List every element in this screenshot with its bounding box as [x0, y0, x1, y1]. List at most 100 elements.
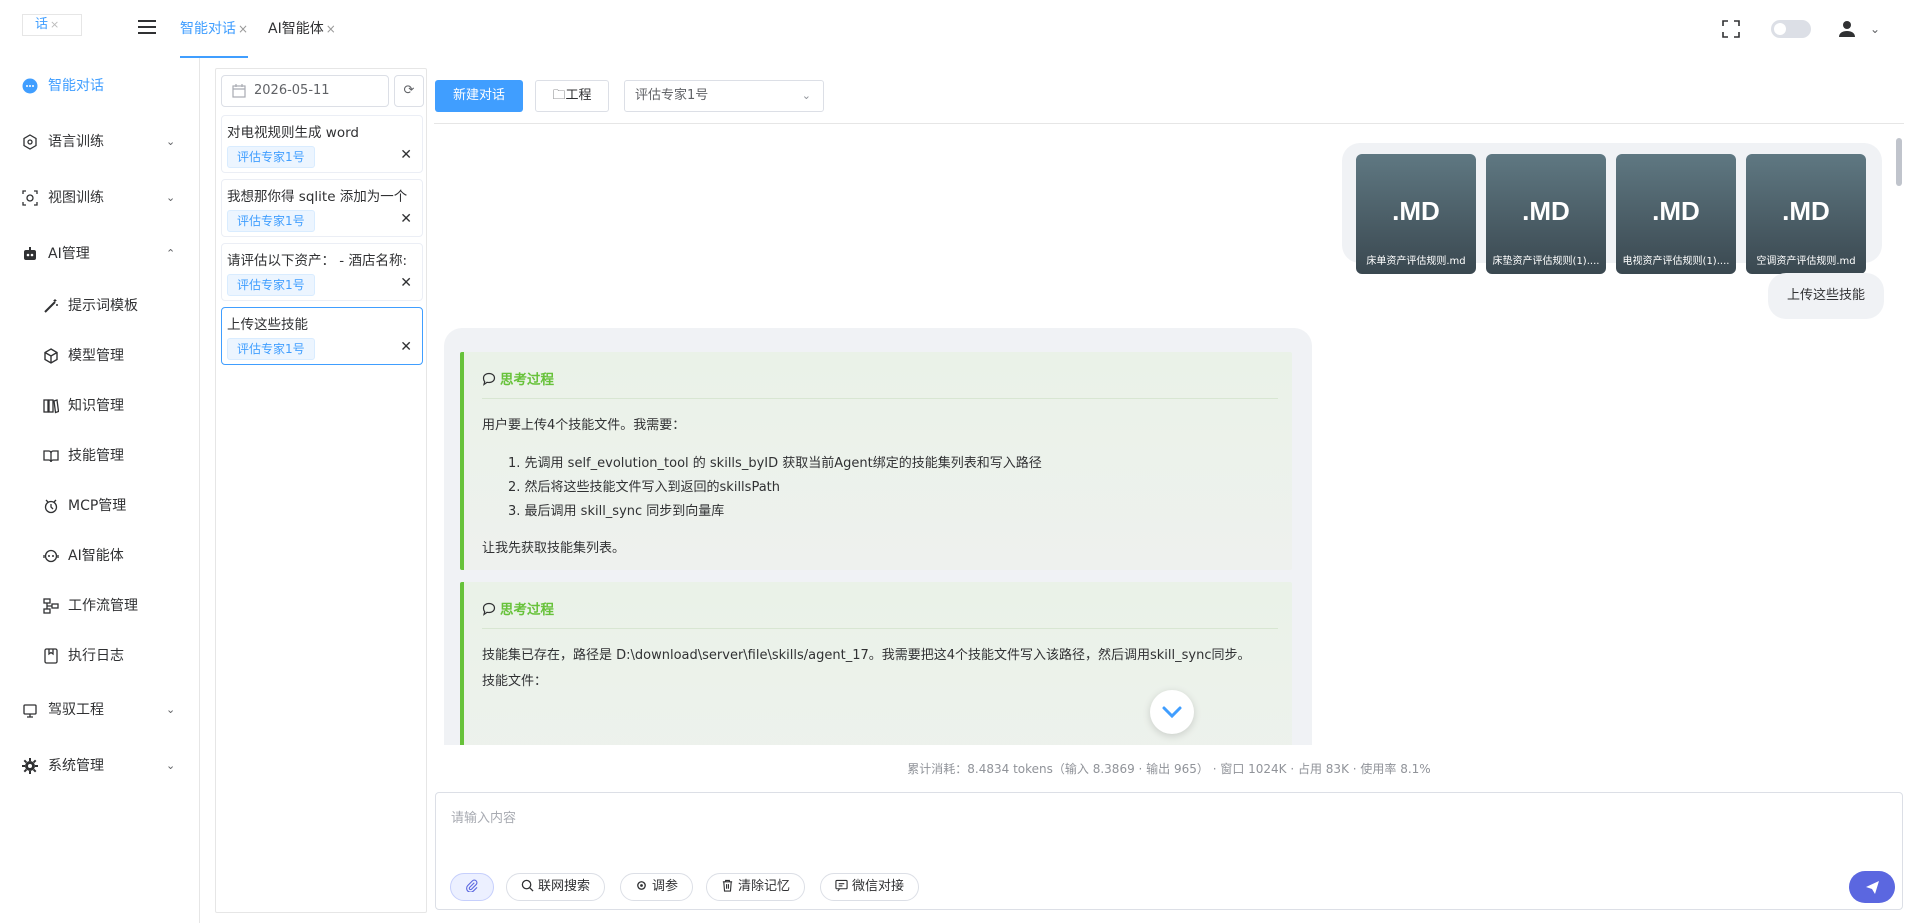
logo: 话 ×: [10, 0, 100, 58]
send-button[interactable]: [1849, 871, 1895, 903]
close-icon[interactable]: ✕: [400, 147, 412, 163]
file-card[interactable]: .MD 床垫资产评估规则(1)....: [1486, 154, 1606, 274]
steering-icon: [23, 704, 37, 718]
scrollbar-thumb[interactable]: [1896, 138, 1902, 186]
divider: [482, 628, 1278, 629]
sidebar-item-mcp-management[interactable]: MCP管理: [0, 486, 200, 526]
tool-label: 联网搜索: [538, 879, 591, 894]
message-input[interactable]: 请输入内容 联网搜索 调参 清除记忆 微信对接: [435, 792, 1903, 910]
sidebar-item-smart-chat[interactable]: 智能对话: [0, 66, 200, 106]
paperclip-icon: [466, 879, 478, 892]
chevron-down-icon: ⌄: [801, 89, 811, 102]
list-item[interactable]: 上传这些技能 评估专家1号 ✕: [221, 307, 423, 365]
list-item[interactable]: 我想那你得 sqlite 添加为一个 评估专家1号 ✕: [221, 179, 423, 237]
agent-tag: 评估专家1号: [227, 274, 315, 296]
thinking-text: 技能集已存在，路径是 D:\download\server\file\skill…: [482, 648, 1251, 663]
file-card[interactable]: .MD 电视资产评估规则(1)....: [1616, 154, 1736, 274]
input-placeholder: 请输入内容: [451, 811, 517, 826]
fullscreen-icon[interactable]: [1722, 20, 1740, 38]
date-value: 2026-05-11: [254, 83, 330, 98]
sidebar-item-label: MCP管理: [68, 498, 127, 514]
agent-tag: 评估专家1号: [227, 146, 315, 168]
sidebar-item-harness-engineering[interactable]: 驾驭工程 ⌄: [0, 690, 200, 730]
close-icon[interactable]: ×: [238, 22, 248, 36]
top-bar: 话 × 智能对话 × AI智能体 × ⌄: [0, 0, 1920, 58]
close-icon[interactable]: ✕: [400, 211, 412, 227]
tab-ai-agent[interactable]: AI智能体 ×: [268, 0, 336, 58]
file-name: 空调资产评估规则.md: [1756, 256, 1856, 267]
folder-icon: 🗀: [552, 88, 566, 103]
sidebar-item-label: 驾驭工程: [48, 702, 104, 718]
chat-bubble-icon: [22, 78, 38, 94]
sidebar-item-language-training[interactable]: 语言训练 ⌄: [0, 122, 200, 162]
thinking-text: 技能文件：: [482, 674, 548, 689]
agent-select[interactable]: 评估专家1号 ⌄: [624, 80, 824, 112]
message-icon: [835, 879, 848, 892]
comment-icon: [482, 602, 496, 616]
send-icon: [1866, 881, 1879, 894]
robot-icon: [24, 247, 36, 260]
date-picker[interactable]: 2026-05-11: [221, 75, 389, 107]
chevron-down-icon: ⌄: [166, 191, 176, 204]
tab-smart-chat[interactable]: 智能对话 ×: [180, 0, 249, 58]
agent-tag: 评估专家1号: [227, 210, 315, 232]
logo-tab[interactable]: 话 ×: [22, 14, 82, 36]
close-icon[interactable]: ✕: [400, 339, 412, 355]
new-chat-button[interactable]: 新建对话: [435, 80, 523, 112]
tune-params-button[interactable]: 调参: [620, 873, 694, 901]
chat-area: 新建对话 🗀工程 评估专家1号 ⌄ .MD 床单资产评估规则.md .MD 床垫资产评…: [434, 68, 1904, 913]
chevron-down-icon[interactable]: ⌄: [1870, 22, 1880, 36]
close-icon[interactable]: ✕: [400, 275, 412, 291]
thinking-text: 用户要上传4个技能文件。我需要：: [482, 418, 686, 433]
sidebar-item-model-management[interactable]: 模型管理: [0, 336, 200, 376]
message-list[interactable]: .MD 床单资产评估规则.md .MD 床垫资产评估规则(1).... .MD 电视资…: [434, 130, 1904, 745]
sidebar-item-ai-agent[interactable]: AI智能体: [0, 536, 200, 576]
cube-icon: [44, 348, 58, 364]
file-card[interactable]: .MD 床单资产评估规则.md: [1356, 154, 1476, 274]
close-icon[interactable]: ×: [50, 18, 59, 31]
sidebar-item-knowledge-management[interactable]: 知识管理: [0, 386, 200, 426]
assistant-message: 思考过程 用户要上传4个技能文件。我需要： 1. 先调用 self_evolut…: [444, 328, 1312, 745]
agent-select-value: 评估专家1号: [635, 88, 709, 103]
mcp-icon: [44, 499, 58, 514]
sidebar-item-prompt-templates[interactable]: 提示词模板: [0, 286, 200, 326]
menu-toggle-button[interactable]: [138, 20, 156, 36]
file-name: 床单资产评估规则.md: [1366, 256, 1466, 267]
sidebar-item-label: 视图训练: [48, 190, 104, 206]
tool-label: 清除记忆: [738, 879, 791, 894]
project-button[interactable]: 🗀工程: [535, 80, 609, 112]
user-icon[interactable]: [1838, 20, 1856, 38]
close-icon[interactable]: ×: [326, 22, 336, 36]
web-search-button[interactable]: 联网搜索: [506, 873, 606, 901]
sidebar-item-system-management[interactable]: 系统管理 ⌄: [0, 746, 200, 786]
thinking-header[interactable]: 思考过程: [482, 598, 554, 618]
thinking-text: 让我先获取技能集列表。: [482, 541, 626, 556]
list-item[interactable]: 对电视规则生成 word 评估专家1号 ✕: [221, 115, 423, 173]
chevron-up-icon: ⌃: [166, 247, 176, 260]
log-icon: [44, 648, 58, 664]
thinking-header[interactable]: 思考过程: [482, 368, 554, 388]
file-attachments-bubble: .MD 床单资产评估规则.md .MD 床垫资产评估规则(1).... .MD 电视资…: [1342, 143, 1882, 274]
search-icon: [521, 879, 534, 892]
clear-memory-button[interactable]: 清除记忆: [706, 873, 806, 901]
file-ext: .MD: [1782, 196, 1830, 226]
attach-button[interactable]: [450, 873, 494, 901]
sidebar-item-label: 工作流管理: [68, 598, 138, 614]
theme-toggle[interactable]: [1771, 20, 1811, 38]
scrollbar[interactable]: [1895, 130, 1903, 745]
wechat-connect-button[interactable]: 微信对接: [820, 873, 920, 901]
file-name: 电视资产评估规则(1)....: [1622, 256, 1730, 267]
sidebar-item-execution-log[interactable]: 执行日志: [0, 636, 200, 676]
file-card[interactable]: .MD 空调资产评估规则.md: [1746, 154, 1866, 274]
refresh-button[interactable]: ⟳: [394, 75, 424, 107]
agent-tag: 评估专家1号: [227, 338, 315, 360]
sidebar-item-label: AI智能体: [68, 548, 124, 564]
sidebar-item-ai-management[interactable]: AI管理 ⌃: [0, 234, 200, 274]
sidebar-item-skill-management[interactable]: 技能管理: [0, 436, 200, 476]
refresh-icon: ⟳: [403, 83, 415, 98]
list-item[interactable]: 请评估以下资产： - 酒店名称: 评估专家1号 ✕: [221, 243, 423, 301]
file-name: 床垫资产评估规则(1)....: [1492, 256, 1600, 267]
scroll-to-bottom-button[interactable]: [1150, 690, 1194, 734]
sidebar-item-workflow-management[interactable]: 工作流管理: [0, 586, 200, 626]
sidebar-item-vision-training[interactable]: 视图训练 ⌄: [0, 178, 200, 218]
